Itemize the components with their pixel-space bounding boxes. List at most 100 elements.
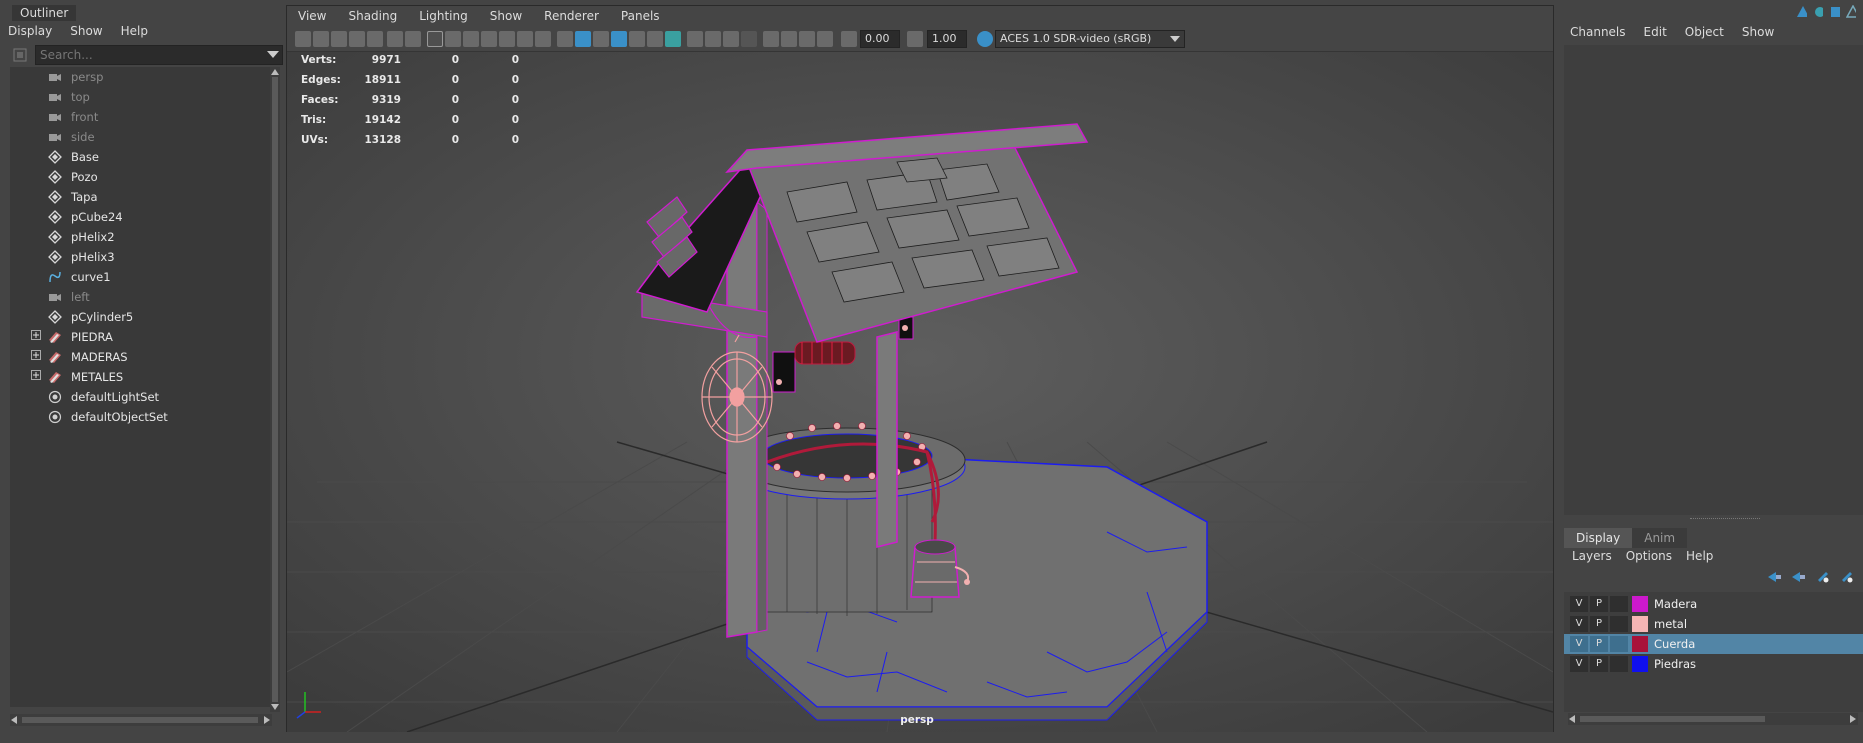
outliner-item[interactable]: curve1 xyxy=(10,267,270,287)
outliner-horizontal-scrollbar[interactable] xyxy=(10,714,272,726)
layer-playback-toggle[interactable]: P xyxy=(1590,596,1608,612)
layer-menu-help[interactable]: Help xyxy=(1686,549,1713,563)
layer-color-swatch[interactable] xyxy=(1632,636,1648,652)
expand-icon[interactable] xyxy=(29,327,43,347)
layer-playback-toggle[interactable]: P xyxy=(1590,656,1608,672)
outliner-item[interactable]: pHelix2 xyxy=(10,227,270,247)
outliner-menu-help[interactable]: Help xyxy=(121,21,148,41)
tab-display[interactable]: Display xyxy=(1564,528,1633,548)
gamma-icon[interactable] xyxy=(907,31,923,47)
outliner-item[interactable]: Base xyxy=(10,147,270,167)
xray-icon[interactable] xyxy=(629,31,645,47)
grease-pencil-icon[interactable] xyxy=(367,31,383,47)
film-gate-icon[interactable] xyxy=(445,31,461,47)
layer-visibility-toggle[interactable]: V xyxy=(1570,596,1588,612)
layer-row[interactable]: V P Piedras xyxy=(1564,654,1863,674)
default-material-icon[interactable] xyxy=(593,31,609,47)
move-layer-up-icon[interactable] xyxy=(1766,570,1782,584)
layer-display-type-toggle[interactable] xyxy=(1610,656,1628,672)
exposure-icon[interactable] xyxy=(841,31,857,47)
scroll-up-icon[interactable] xyxy=(271,69,279,75)
viewport-menu-view[interactable]: View xyxy=(287,6,337,26)
outliner-tab[interactable]: Outliner xyxy=(12,5,77,21)
color-space-dropdown[interactable]: ACES 1.0 SDR-video (sRGB) xyxy=(995,30,1185,48)
scroll-left-icon[interactable] xyxy=(1569,715,1575,723)
panel-splitter-handle[interactable] xyxy=(1690,518,1760,520)
isolate-select-icon[interactable] xyxy=(763,31,779,47)
chevron-down-icon[interactable] xyxy=(267,51,279,59)
layer-row[interactable]: V P Cuerda xyxy=(1564,634,1863,654)
scene-view[interactable]: Verts: 9971 0 0 Edges: 18911 0 0 Faces: 9319 0 0 Tri… xyxy=(286,52,1554,733)
layer-row[interactable]: V P Madera xyxy=(1564,594,1863,614)
layer-visibility-toggle[interactable]: V xyxy=(1570,616,1588,632)
channel-box-menu-show[interactable]: Show xyxy=(1742,25,1774,39)
scroll-right-icon[interactable] xyxy=(1850,715,1856,723)
layer-visibility-toggle[interactable]: V xyxy=(1570,636,1588,652)
outliner-item[interactable]: Pozo xyxy=(10,167,270,187)
lighting-icon[interactable] xyxy=(647,31,663,47)
resolution-gate-icon[interactable] xyxy=(463,31,479,47)
layer-playback-toggle[interactable]: P xyxy=(1590,616,1608,632)
field-chart-icon[interactable] xyxy=(499,31,515,47)
viewport-menu-panels[interactable]: Panels xyxy=(610,6,671,26)
scroll-right-icon[interactable] xyxy=(264,716,270,724)
expand-icon[interactable] xyxy=(29,367,43,387)
layer-color-swatch[interactable] xyxy=(1632,616,1648,632)
ambient-occlusion-icon[interactable] xyxy=(687,31,703,47)
outliner-item[interactable]: pCylinder5 xyxy=(10,307,270,327)
outliner-item[interactable]: METALES xyxy=(10,367,270,387)
layer-color-swatch[interactable] xyxy=(1632,656,1648,672)
outliner-item[interactable]: PIEDRA xyxy=(10,327,270,347)
scroll-left-icon[interactable] xyxy=(11,716,17,724)
xray-joints-icon[interactable] xyxy=(781,31,797,47)
outliner-item[interactable]: front xyxy=(10,107,270,127)
viewport-menu-show[interactable]: Show xyxy=(479,6,533,26)
antialiasing-icon[interactable] xyxy=(723,31,739,47)
new-layer-from-selection-icon[interactable] xyxy=(1838,570,1854,584)
image-plane-icon[interactable] xyxy=(349,31,365,47)
layer-display-type-toggle[interactable] xyxy=(1610,596,1628,612)
grid-icon[interactable] xyxy=(427,31,443,47)
outliner-item[interactable]: side xyxy=(10,127,270,147)
outliner-search-input[interactable] xyxy=(35,45,283,65)
wireframe-icon[interactable] xyxy=(557,31,573,47)
outliner-menu-show[interactable]: Show xyxy=(70,21,102,41)
xray-active-components-icon[interactable] xyxy=(799,31,815,47)
motion-blur-icon[interactable] xyxy=(705,31,721,47)
outliner-item[interactable]: pHelix3 xyxy=(10,247,270,267)
tool-settings-toggle-icon[interactable] xyxy=(1829,5,1840,19)
outliner-menu-display[interactable]: Display xyxy=(8,21,52,41)
outliner-vertical-scrollbar[interactable] xyxy=(270,67,280,712)
viewport-menu-shading[interactable]: Shading xyxy=(337,6,408,26)
layer-color-swatch[interactable] xyxy=(1632,596,1648,612)
outliner-item[interactable]: defaultObjectSet xyxy=(10,407,270,427)
outliner-item[interactable]: left xyxy=(10,287,270,307)
new-empty-layer-icon[interactable] xyxy=(1814,570,1830,584)
expand-icon[interactable] xyxy=(29,347,43,367)
exposure-field[interactable]: 0.00 xyxy=(860,30,900,48)
gamma-field[interactable]: 1.00 xyxy=(927,30,967,48)
outliner-item[interactable]: pCube24 xyxy=(10,207,270,227)
channel-box-menu-channels[interactable]: Channels xyxy=(1570,25,1626,39)
color-management-icon[interactable] xyxy=(977,31,993,47)
2d-pan-zoom-icon[interactable] xyxy=(387,31,403,47)
filter-icon[interactable] xyxy=(12,47,28,63)
layer-display-type-toggle[interactable] xyxy=(1610,636,1628,652)
bookmark-icon[interactable] xyxy=(331,31,347,47)
camera-attributes-icon[interactable] xyxy=(313,31,329,47)
channel-box-menu-object[interactable]: Object xyxy=(1685,25,1724,39)
fit-view-icon[interactable] xyxy=(817,31,833,47)
layer-menu-options[interactable]: Options xyxy=(1626,549,1672,563)
layer-row[interactable]: V Pmetal xyxy=(1564,614,1863,634)
scroll-thumb[interactable] xyxy=(1580,716,1765,722)
safe-title-icon[interactable] xyxy=(535,31,551,47)
viewport-panel[interactable]: View Shading Lighting Show Renderer Pane… xyxy=(286,5,1554,733)
scroll-thumb[interactable] xyxy=(22,717,258,723)
smooth-shade-icon[interactable] xyxy=(575,31,591,47)
channel-box-menu-edit[interactable]: Edit xyxy=(1644,25,1667,39)
tab-anim[interactable]: Anim xyxy=(1632,528,1688,548)
layer-menu-layers[interactable]: Layers xyxy=(1572,549,1612,563)
move-layer-down-icon[interactable] xyxy=(1790,570,1806,584)
safe-action-icon[interactable] xyxy=(517,31,533,47)
channel-box-toggle-icon[interactable] xyxy=(1796,5,1807,19)
